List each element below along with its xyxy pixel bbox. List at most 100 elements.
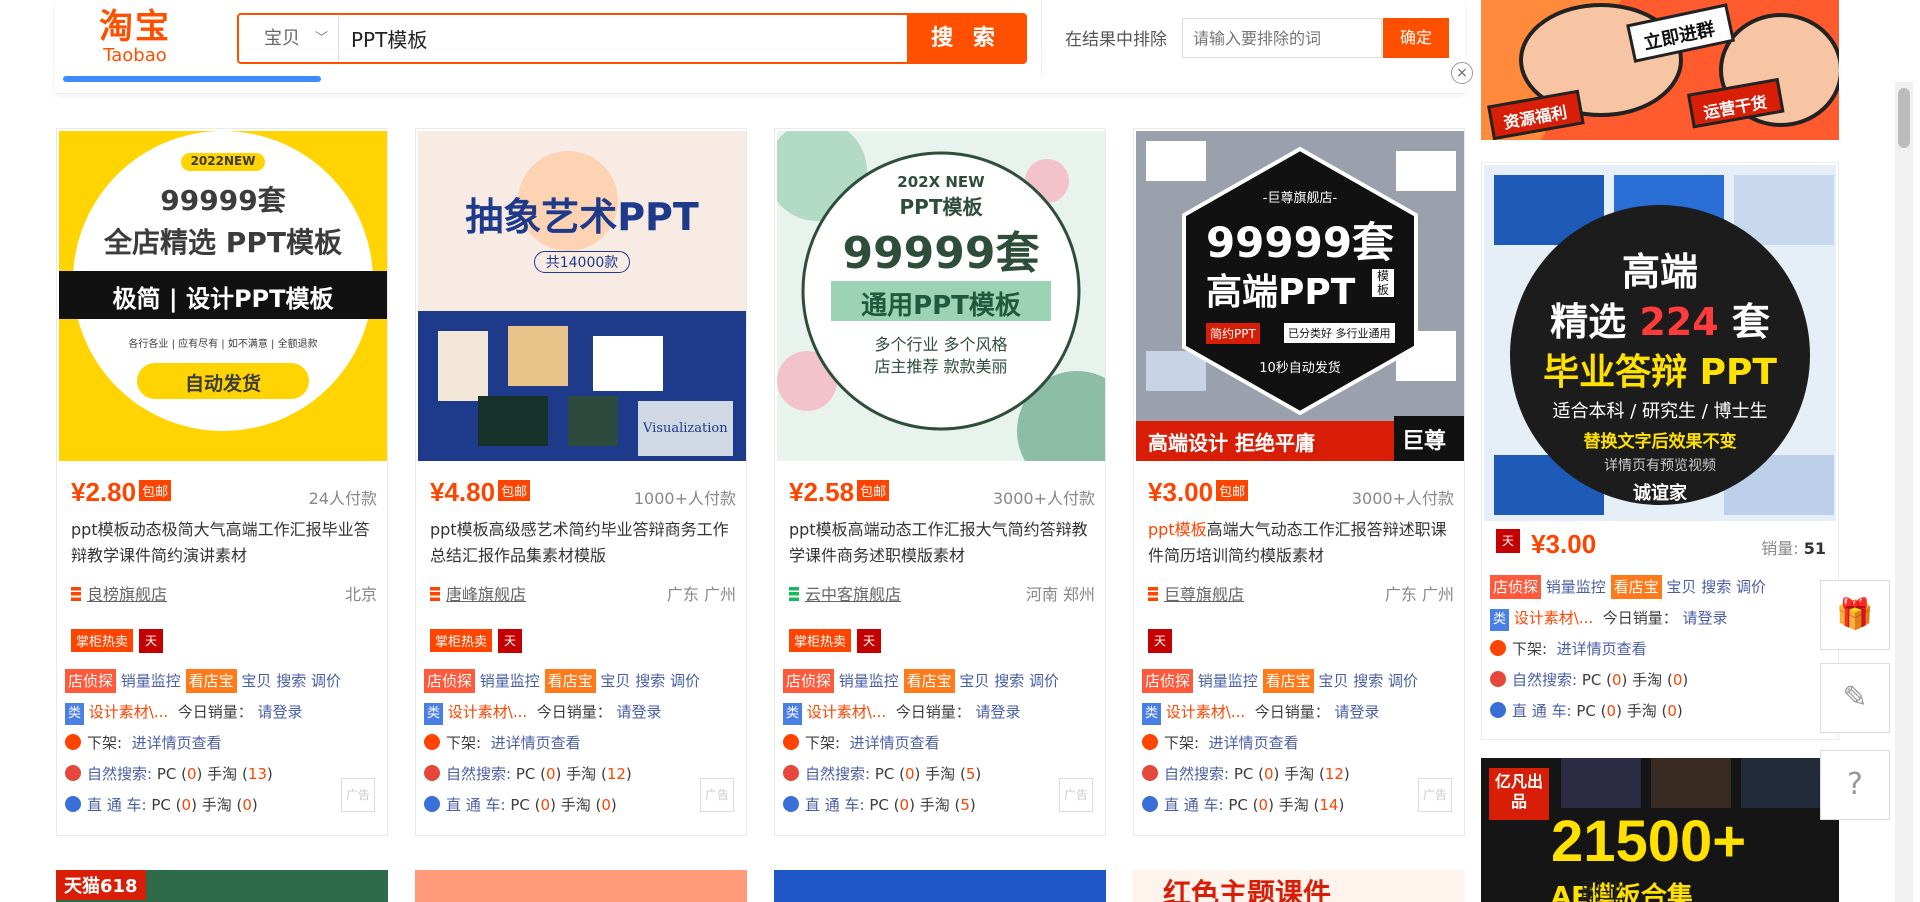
product-card[interactable]: 202X NEW PPT模板 99999套 通用PPT模板 多个行业 多个风格 … (774, 128, 1106, 836)
thumb-text: 套 (1731, 300, 1770, 344)
item-link[interactable]: 宝贝 (959, 672, 989, 690)
badges: 天 (1148, 629, 1172, 653)
search-link[interactable]: 搜索 (1701, 578, 1731, 596)
plugin-natural-search-row: 自然搜索: PC (0) 手淘 (5) (783, 758, 1101, 789)
sales-monitor-link[interactable]: 销量监控 (121, 672, 181, 690)
hot-seller-badge: 掌柜热卖 (789, 629, 852, 652)
free-shipping-badge: 包邮 (498, 480, 531, 501)
shop-view-tag[interactable]: 看店宝 (544, 669, 596, 693)
product-image[interactable]: 抽象艺术PPT 共14000款 Visualization (418, 131, 746, 461)
sales-monitor-link[interactable]: 销量监控 (1546, 578, 1606, 596)
view-detail-link[interactable]: 进详情页查看 (1209, 734, 1299, 752)
price-adjust-link[interactable]: 调价 (1388, 672, 1418, 690)
natural-pc-count: 0 (546, 765, 556, 783)
next-row-card[interactable] (415, 870, 747, 902)
search-link[interactable]: 搜索 (1353, 672, 1383, 690)
login-link[interactable]: 请登录 (1683, 609, 1728, 627)
close-icon[interactable]: × (1451, 62, 1473, 84)
login-link[interactable]: 请登录 (258, 703, 303, 721)
plugin-tools-row: 店侦探 销量监控 看店宝 宝贝 搜索 调价 (1142, 665, 1460, 696)
search-header: 淘宝 Taobao 宝贝 ﹀ 搜 索 在结果中排除 确定 × (55, 0, 1473, 94)
view-detail-link[interactable]: 进详情页查看 (132, 734, 222, 752)
search-link[interactable]: 搜索 (994, 672, 1024, 690)
plugin-panel: 店侦探 销量监控 看店宝 宝贝 搜索 调价 类 设计素材\... 今日销量： 请… (424, 665, 742, 820)
natural-search-label: 自然搜索: (805, 765, 871, 783)
help-button[interactable]: ? (1820, 750, 1890, 820)
price-adjust-link[interactable]: 调价 (1029, 672, 1059, 690)
shop-detective-tag[interactable]: 店侦探 (783, 669, 835, 693)
scrollbar[interactable] (1895, 82, 1913, 902)
exclude-input[interactable] (1182, 18, 1382, 58)
recommended-product-card[interactable]: 高端 精选 224 套 毕业答辩 PPT 适合本科 / 研究生 / 博士生 替换… (1481, 162, 1839, 740)
view-detail-link[interactable]: 进详情页查看 (1557, 640, 1647, 658)
shop-link[interactable]: 良榜旗舰店 (87, 585, 167, 604)
product-title[interactable]: ppt模板高端动态工作汇报大气简约答辩教学课件商务述职模版素材 (789, 517, 1095, 569)
sales-monitor-link[interactable]: 销量监控 (480, 672, 540, 690)
shop-view-tag[interactable]: 看店宝 (185, 669, 237, 693)
plugin-tools-row: 店侦探 销量监控 看店宝 宝贝 搜索 调价 (424, 665, 742, 696)
plugin-natural-search-row: 自然搜索: PC (0) 手淘 (12) (1142, 758, 1460, 789)
gift-button[interactable]: 🎁 (1820, 580, 1890, 650)
shop-link[interactable]: 唐峰旗舰店 (446, 585, 526, 604)
product-title[interactable]: ppt模板动态极简大气高端工作汇报毕业答辩教学课件简约演讲素材 (71, 517, 377, 569)
banner-tag: 亿凡出品 (1494, 772, 1543, 811)
category-link[interactable]: 设计素材\... (448, 703, 527, 721)
shop-link[interactable]: 云中客旗舰店 (805, 585, 901, 604)
view-detail-link[interactable]: 进详情页查看 (491, 734, 581, 752)
sales-monitor-link[interactable]: 销量监控 (1198, 672, 1258, 690)
item-link[interactable]: 宝贝 (1318, 672, 1348, 690)
price-adjust-link[interactable]: 调价 (1736, 578, 1766, 596)
today-sales-label: 今日销量： (895, 703, 971, 721)
exclude-confirm-button[interactable]: 确定 (1383, 18, 1449, 58)
item-link[interactable]: 宝贝 (1666, 578, 1696, 596)
login-link[interactable]: 请登录 (976, 703, 1021, 721)
product-card[interactable]: 抽象艺术PPT 共14000款 Visualization ¥4.80 包邮 10… (415, 128, 747, 836)
shop-view-tag[interactable]: 看店宝 (1610, 575, 1662, 599)
edit-button[interactable]: ✎ (1820, 663, 1890, 733)
search-type-select[interactable]: 宝贝 ﹀ (239, 15, 339, 62)
shop-view-tag[interactable]: 看店宝 (1262, 669, 1314, 693)
item-link[interactable]: 宝贝 (241, 672, 271, 690)
search-link[interactable]: 搜索 (276, 672, 306, 690)
category-link[interactable]: 设计素材\... (1514, 609, 1593, 627)
product-image[interactable]: -巨尊旗舰店- 99999套 高端PPT 模板 简约PPT 已分类好 多行业通用… (1136, 131, 1464, 461)
ad-banner-top[interactable]: 立即进群 资源福利 运营干货 (1481, 0, 1839, 140)
thumb-tag: 202X NEW (897, 173, 985, 191)
product-image[interactable]: 2022NEW 99999套 全店精选 PPT模板 极简 | 设计PPT模板 各… (59, 131, 387, 461)
sales-monitor-link[interactable]: 销量监控 (839, 672, 899, 690)
shop-detective-tag[interactable]: 店侦探 (1490, 575, 1542, 599)
price-adjust-link[interactable]: 调价 (311, 672, 341, 690)
shop-detective-tag[interactable]: 店侦探 (424, 669, 476, 693)
pc-label: PC (1233, 765, 1254, 783)
shop-link[interactable]: 巨尊旗舰店 (1164, 585, 1244, 604)
next-row-card[interactable] (774, 870, 1106, 902)
taobao-logo[interactable]: 淘宝 Taobao (90, 8, 180, 66)
login-link[interactable]: 请登录 (617, 703, 662, 721)
category-link[interactable]: 设计素材\... (89, 703, 168, 721)
next-row-card[interactable]: 红色主题课件 (1133, 870, 1465, 902)
paid-count: 1000+人付款 (633, 489, 736, 508)
view-detail-link[interactable]: 进详情页查看 (850, 734, 940, 752)
search-input[interactable] (351, 15, 901, 62)
shop-detective-tag[interactable]: 店侦探 (1142, 669, 1194, 693)
shop-detective-tag[interactable]: 店侦探 (65, 669, 117, 693)
product-title[interactable]: ppt模板高端大气动态工作汇报答辩述职课件简历培训简约模版素材 (1148, 517, 1454, 569)
product-title[interactable]: ppt模板高级感艺术简约毕业答辩商务工作总结汇报作品集素材模版 (430, 517, 736, 569)
product-card[interactable]: -巨尊旗舰店- 99999套 高端PPT 模板 简约PPT 已分类好 多行业通用… (1133, 128, 1465, 836)
shop-view-tag[interactable]: 看店宝 (903, 669, 955, 693)
thumb-note2: 详情页有预览视频 (1604, 458, 1716, 474)
user-icon (65, 765, 81, 781)
login-link[interactable]: 请登录 (1335, 703, 1380, 721)
sales-label: 销量: (1761, 539, 1799, 558)
search-link[interactable]: 搜索 (635, 672, 665, 690)
category-link[interactable]: 设计素材\... (807, 703, 886, 721)
ad-banner-bottom[interactable]: 亿凡出品 21500+ AE模板合集 (1481, 758, 1839, 902)
product-card[interactable]: 2022NEW 99999套 全店精选 PPT模板 极简 | 设计PPT模板 各… (56, 128, 388, 836)
product-image[interactable]: 202X NEW PPT模板 99999套 通用PPT模板 多个行业 多个风格 … (777, 131, 1105, 461)
search-button[interactable]: 搜 索 (907, 15, 1025, 62)
item-link[interactable]: 宝贝 (600, 672, 630, 690)
next-row-card[interactable]: 天猫618 (56, 870, 388, 902)
price-adjust-link[interactable]: 调价 (670, 672, 700, 690)
scrollbar-thumb[interactable] (1898, 88, 1910, 148)
category-link[interactable]: 设计素材\... (1166, 703, 1245, 721)
